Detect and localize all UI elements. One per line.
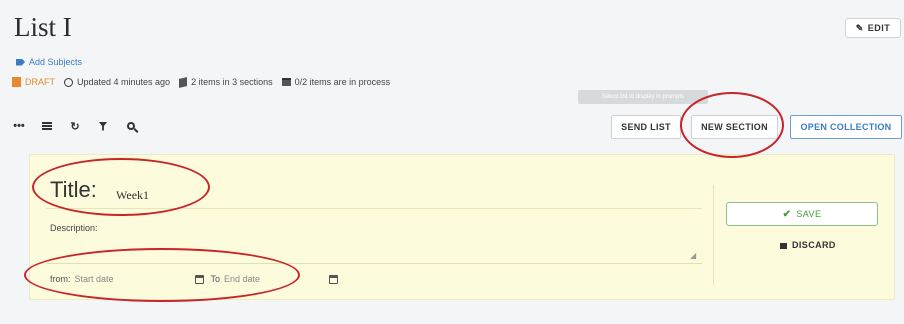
list-view-icon[interactable] xyxy=(40,120,54,132)
checkmark-icon: ✔ xyxy=(782,208,792,220)
description-field[interactable]: Description: xyxy=(50,223,98,233)
title-label: Title: xyxy=(50,177,97,202)
process-icon xyxy=(281,78,291,86)
list-editor-page: List I ✎ EDIT Add Subjects DRAFT Updated… xyxy=(0,0,904,324)
toolbar: ••• ↻ xyxy=(12,120,138,133)
page-title: List I xyxy=(14,12,72,42)
resize-handle-icon[interactable]: ◢ xyxy=(690,251,696,260)
tooltip: Select list to display in prompts xyxy=(578,90,708,104)
save-button[interactable]: ✔ SAVE xyxy=(726,202,878,226)
status-text: DRAFT xyxy=(25,77,55,87)
trash-icon xyxy=(780,241,787,249)
clock-icon xyxy=(64,77,73,87)
add-subjects-link[interactable]: Add Subjects xyxy=(16,57,82,67)
edit-button-label: EDIT xyxy=(867,23,891,33)
send-list-button[interactable]: SEND LIST xyxy=(611,115,681,139)
list-meta-bar: DRAFT Updated 4 minutes ago 2 items in 3… xyxy=(12,76,399,88)
start-calendar-icon[interactable] xyxy=(194,274,204,284)
items-sections-text: 2 items in 3 sections xyxy=(191,77,273,87)
open-collection-button[interactable]: OPEN COLLECTION xyxy=(790,115,902,139)
discard-button[interactable]: DISCARD xyxy=(780,240,836,250)
in-process-info: 0/2 items are in process xyxy=(281,77,391,87)
items-sections-info: 2 items in 3 sections xyxy=(179,76,273,88)
title-input[interactable]: Week1 xyxy=(116,188,149,203)
start-date-input[interactable]: Start date xyxy=(75,274,195,284)
tag-icon xyxy=(16,58,25,66)
to-label: To xyxy=(210,274,221,284)
add-subjects-label: Add Subjects xyxy=(29,57,83,67)
updated-info: Updated 4 minutes ago xyxy=(64,77,170,87)
refresh-icon[interactable]: ↻ xyxy=(68,120,82,133)
updated-text: Updated 4 minutes ago xyxy=(77,77,171,87)
vertical-divider xyxy=(713,185,714,285)
description-underline xyxy=(46,263,702,264)
pencil-icon: ✎ xyxy=(855,22,864,33)
new-section-button[interactable]: NEW SECTION xyxy=(691,115,778,139)
save-label: SAVE xyxy=(796,209,822,219)
edit-button[interactable]: ✎ EDIT xyxy=(845,18,901,38)
section-edit-panel: Title: Week1 Description: ◢ from: Start … xyxy=(29,154,895,300)
title-underline xyxy=(46,208,702,209)
filter-icon[interactable] xyxy=(96,120,110,132)
draft-icon xyxy=(12,77,21,87)
end-calendar-icon[interactable] xyxy=(329,274,339,284)
discard-label: DISCARD xyxy=(792,240,836,250)
more-icon[interactable]: ••• xyxy=(12,120,26,132)
date-range-row: from: Start date To End date xyxy=(50,274,339,284)
status-badge: DRAFT xyxy=(12,77,55,87)
search-icon[interactable] xyxy=(124,120,138,132)
end-date-input[interactable]: End date xyxy=(224,274,329,284)
from-label: from: xyxy=(50,274,71,284)
in-process-text: 0/2 items are in process xyxy=(294,77,391,87)
book-icon xyxy=(179,76,188,88)
